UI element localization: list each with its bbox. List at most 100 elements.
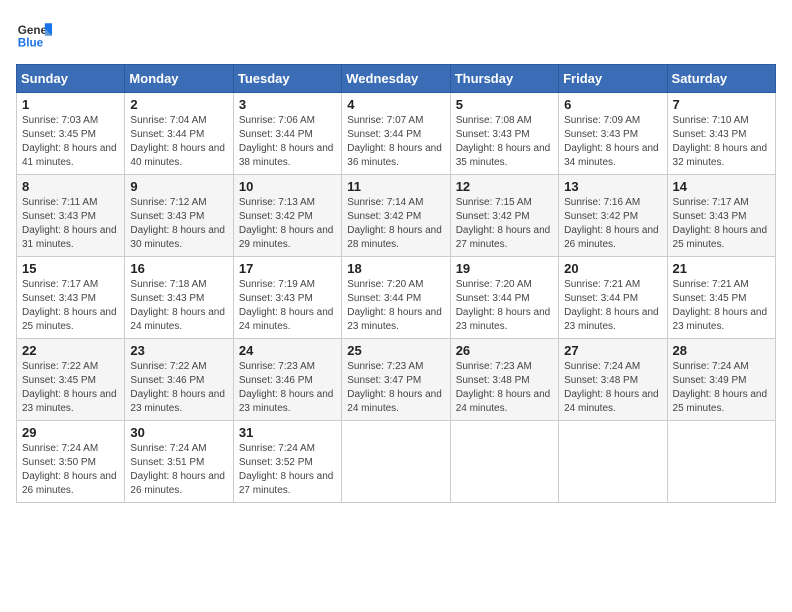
calendar-table: SundayMondayTuesdayWednesdayThursdayFrid… [16,64,776,503]
calendar-cell: 15 Sunrise: 7:17 AMSunset: 3:43 PMDaylig… [17,257,125,339]
calendar-cell: 29 Sunrise: 7:24 AMSunset: 3:50 PMDaylig… [17,421,125,503]
day-number: 27 [564,343,661,358]
day-number: 29 [22,425,119,440]
calendar-cell: 7 Sunrise: 7:10 AMSunset: 3:43 PMDayligh… [667,93,775,175]
day-number: 1 [22,97,119,112]
cell-content: Sunrise: 7:23 AMSunset: 3:47 PMDaylight:… [347,360,444,416]
cell-content: Sunrise: 7:20 AMSunset: 3:44 PMDaylight:… [456,278,553,334]
day-number: 15 [22,261,119,276]
cell-content: Sunrise: 7:04 AMSunset: 3:44 PMDaylight:… [130,114,227,170]
day-number: 10 [239,179,336,194]
calendar-cell: 11 Sunrise: 7:14 AMSunset: 3:42 PMDaylig… [342,175,450,257]
col-header-monday: Monday [125,65,233,93]
day-number: 16 [130,261,227,276]
svg-text:Blue: Blue [18,37,44,50]
day-number: 8 [22,179,119,194]
calendar-cell: 14 Sunrise: 7:17 AMSunset: 3:43 PMDaylig… [667,175,775,257]
cell-content: Sunrise: 7:15 AMSunset: 3:42 PMDaylight:… [456,196,553,252]
calendar-cell: 8 Sunrise: 7:11 AMSunset: 3:43 PMDayligh… [17,175,125,257]
calendar-cell: 25 Sunrise: 7:23 AMSunset: 3:47 PMDaylig… [342,339,450,421]
cell-content: Sunrise: 7:14 AMSunset: 3:42 PMDaylight:… [347,196,444,252]
calendar-cell: 6 Sunrise: 7:09 AMSunset: 3:43 PMDayligh… [559,93,667,175]
calendar-cell: 2 Sunrise: 7:04 AMSunset: 3:44 PMDayligh… [125,93,233,175]
calendar-cell: 10 Sunrise: 7:13 AMSunset: 3:42 PMDaylig… [233,175,341,257]
cell-content: Sunrise: 7:10 AMSunset: 3:43 PMDaylight:… [673,114,770,170]
day-number: 9 [130,179,227,194]
day-number: 30 [130,425,227,440]
day-number: 23 [130,343,227,358]
calendar-cell: 12 Sunrise: 7:15 AMSunset: 3:42 PMDaylig… [450,175,558,257]
calendar-cell: 20 Sunrise: 7:21 AMSunset: 3:44 PMDaylig… [559,257,667,339]
calendar-cell: 18 Sunrise: 7:20 AMSunset: 3:44 PMDaylig… [342,257,450,339]
day-number: 5 [456,97,553,112]
cell-content: Sunrise: 7:12 AMSunset: 3:43 PMDaylight:… [130,196,227,252]
logo-icon: General Blue [16,16,52,52]
cell-content: Sunrise: 7:08 AMSunset: 3:43 PMDaylight:… [456,114,553,170]
day-number: 28 [673,343,770,358]
cell-content: Sunrise: 7:24 AMSunset: 3:50 PMDaylight:… [22,442,119,498]
calendar-cell [342,421,450,503]
day-number: 25 [347,343,444,358]
day-number: 21 [673,261,770,276]
day-number: 7 [673,97,770,112]
col-header-friday: Friday [559,65,667,93]
calendar-cell: 24 Sunrise: 7:23 AMSunset: 3:46 PMDaylig… [233,339,341,421]
cell-content: Sunrise: 7:21 AMSunset: 3:45 PMDaylight:… [673,278,770,334]
day-number: 31 [239,425,336,440]
day-number: 11 [347,179,444,194]
calendar-cell: 16 Sunrise: 7:18 AMSunset: 3:43 PMDaylig… [125,257,233,339]
day-number: 18 [347,261,444,276]
day-number: 13 [564,179,661,194]
cell-content: Sunrise: 7:20 AMSunset: 3:44 PMDaylight:… [347,278,444,334]
cell-content: Sunrise: 7:24 AMSunset: 3:52 PMDaylight:… [239,442,336,498]
cell-content: Sunrise: 7:09 AMSunset: 3:43 PMDaylight:… [564,114,661,170]
calendar-cell: 30 Sunrise: 7:24 AMSunset: 3:51 PMDaylig… [125,421,233,503]
col-header-tuesday: Tuesday [233,65,341,93]
calendar-cell: 1 Sunrise: 7:03 AMSunset: 3:45 PMDayligh… [17,93,125,175]
col-header-sunday: Sunday [17,65,125,93]
calendar-cell: 21 Sunrise: 7:21 AMSunset: 3:45 PMDaylig… [667,257,775,339]
cell-content: Sunrise: 7:22 AMSunset: 3:46 PMDaylight:… [130,360,227,416]
day-number: 22 [22,343,119,358]
day-number: 3 [239,97,336,112]
logo: General Blue [16,16,52,52]
col-header-wednesday: Wednesday [342,65,450,93]
cell-content: Sunrise: 7:03 AMSunset: 3:45 PMDaylight:… [22,114,119,170]
cell-content: Sunrise: 7:07 AMSunset: 3:44 PMDaylight:… [347,114,444,170]
cell-content: Sunrise: 7:23 AMSunset: 3:46 PMDaylight:… [239,360,336,416]
calendar-cell: 17 Sunrise: 7:19 AMSunset: 3:43 PMDaylig… [233,257,341,339]
cell-content: Sunrise: 7:13 AMSunset: 3:42 PMDaylight:… [239,196,336,252]
cell-content: Sunrise: 7:17 AMSunset: 3:43 PMDaylight:… [673,196,770,252]
calendar-cell: 28 Sunrise: 7:24 AMSunset: 3:49 PMDaylig… [667,339,775,421]
day-number: 26 [456,343,553,358]
day-number: 2 [130,97,227,112]
calendar-cell: 5 Sunrise: 7:08 AMSunset: 3:43 PMDayligh… [450,93,558,175]
calendar-cell: 27 Sunrise: 7:24 AMSunset: 3:48 PMDaylig… [559,339,667,421]
day-number: 4 [347,97,444,112]
calendar-cell [667,421,775,503]
cell-content: Sunrise: 7:22 AMSunset: 3:45 PMDaylight:… [22,360,119,416]
calendar-cell: 22 Sunrise: 7:22 AMSunset: 3:45 PMDaylig… [17,339,125,421]
page-header: General Blue [16,16,776,52]
calendar-cell: 31 Sunrise: 7:24 AMSunset: 3:52 PMDaylig… [233,421,341,503]
day-number: 14 [673,179,770,194]
cell-content: Sunrise: 7:16 AMSunset: 3:42 PMDaylight:… [564,196,661,252]
col-header-saturday: Saturday [667,65,775,93]
calendar-cell [450,421,558,503]
col-header-thursday: Thursday [450,65,558,93]
day-number: 6 [564,97,661,112]
cell-content: Sunrise: 7:24 AMSunset: 3:49 PMDaylight:… [673,360,770,416]
day-number: 20 [564,261,661,276]
cell-content: Sunrise: 7:17 AMSunset: 3:43 PMDaylight:… [22,278,119,334]
calendar-cell: 4 Sunrise: 7:07 AMSunset: 3:44 PMDayligh… [342,93,450,175]
calendar-cell: 23 Sunrise: 7:22 AMSunset: 3:46 PMDaylig… [125,339,233,421]
cell-content: Sunrise: 7:23 AMSunset: 3:48 PMDaylight:… [456,360,553,416]
cell-content: Sunrise: 7:11 AMSunset: 3:43 PMDaylight:… [22,196,119,252]
cell-content: Sunrise: 7:21 AMSunset: 3:44 PMDaylight:… [564,278,661,334]
cell-content: Sunrise: 7:18 AMSunset: 3:43 PMDaylight:… [130,278,227,334]
day-number: 17 [239,261,336,276]
day-number: 19 [456,261,553,276]
calendar-cell: 26 Sunrise: 7:23 AMSunset: 3:48 PMDaylig… [450,339,558,421]
cell-content: Sunrise: 7:19 AMSunset: 3:43 PMDaylight:… [239,278,336,334]
day-number: 24 [239,343,336,358]
